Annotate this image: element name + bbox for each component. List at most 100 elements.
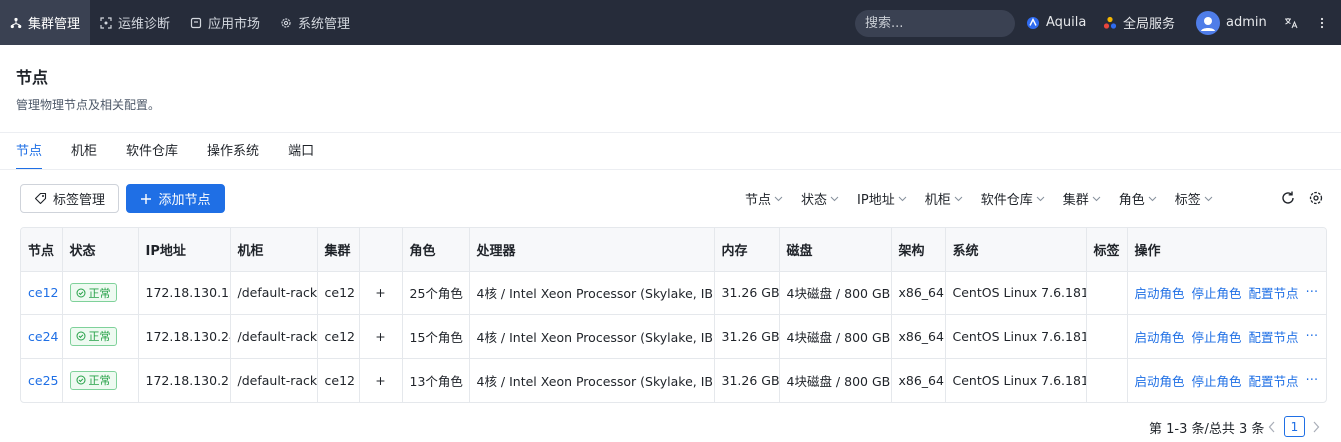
roles-cell: 13个角色 xyxy=(402,358,470,402)
column-header[interactable]: IP地址 xyxy=(138,228,231,272)
stop-role-link[interactable]: 停止角色 xyxy=(1192,327,1242,346)
expand-button[interactable]: + xyxy=(359,314,403,359)
more-menu-button[interactable] xyxy=(1320,0,1324,45)
column-header[interactable]: 系统 xyxy=(945,228,1087,272)
filter-ip[interactable]: IP地址 xyxy=(857,189,907,208)
product-switch[interactable]: Aquila xyxy=(1026,0,1086,45)
diagnose-icon xyxy=(100,16,112,29)
filter-label: 状态 xyxy=(801,193,828,208)
filter-rack[interactable]: 机柜 xyxy=(925,189,963,208)
column-header[interactable]: 磁盘 xyxy=(779,228,892,272)
node-link[interactable]: ce25 xyxy=(28,373,58,388)
status-text: 正常 xyxy=(88,374,111,387)
tab-bar: 节点 机柜 软件仓库 操作系统 端口 xyxy=(16,133,343,170)
chevron-left-icon[interactable] xyxy=(1268,421,1276,433)
check-circle-icon xyxy=(76,288,85,298)
node-link[interactable]: ce24 xyxy=(28,329,58,344)
global-service-button[interactable]: 全局服务 xyxy=(1103,0,1175,45)
stop-role-link[interactable]: 停止角色 xyxy=(1192,283,1242,302)
ip-cell: 172.18.130.24 xyxy=(138,314,231,359)
chevron-down-icon xyxy=(830,196,839,202)
product-label: Aquila xyxy=(1046,15,1087,30)
nav-item-diagnose[interactable]: 运维诊断 xyxy=(90,0,180,45)
column-header[interactable]: 集群 xyxy=(317,228,360,272)
os-cell: CentOS Linux 7.6.1810 xyxy=(945,358,1087,402)
table-row: ce24 正常 172.18.130.24 /default-rack ce12… xyxy=(21,314,1326,359)
nav-item-market[interactable]: 应用市场 xyxy=(180,0,270,45)
rack-cell: /default-rack xyxy=(230,271,318,315)
filter-label: 标签 xyxy=(1174,193,1201,208)
chevron-down-icon xyxy=(1092,196,1101,202)
search-input[interactable] xyxy=(855,10,1015,37)
filter-tag[interactable]: 标签 xyxy=(1175,189,1213,208)
nav-item-label: 集群管理 xyxy=(28,17,81,32)
nav-item-cluster[interactable]: 集群管理 xyxy=(0,0,91,45)
add-node-button[interactable]: 添加节点 xyxy=(126,184,225,213)
filter-label: 角色 xyxy=(1118,193,1145,208)
refresh-icon[interactable] xyxy=(1280,190,1296,206)
start-role-link[interactable]: 启动角色 xyxy=(1135,327,1185,346)
nav-item-label: 运维诊断 xyxy=(118,17,171,32)
configure-node-link[interactable]: 配置节点 xyxy=(1249,283,1299,302)
expand-button[interactable]: + xyxy=(359,358,403,402)
table-header-row: 节点 状态 IP地址 机柜 集群 角色 处理器 内存 磁盘 架构 系统 标签 操… xyxy=(21,228,1326,272)
column-header[interactable]: 状态 xyxy=(62,228,139,272)
row-actions: 启动角色 停止角色 配置节点 ⋯ xyxy=(1135,371,1322,390)
chevron-right-icon[interactable] xyxy=(1312,421,1320,433)
settings-gear-icon[interactable] xyxy=(1308,190,1324,206)
roles-cell: 15个角色 xyxy=(402,314,470,359)
filter-role[interactable]: 角色 xyxy=(1119,189,1157,208)
pagination-summary: 第 1-3 条/总共 3 条 xyxy=(1149,422,1265,437)
tab-racks[interactable]: 机柜 xyxy=(71,133,97,170)
tab-nodes[interactable]: 节点 xyxy=(16,133,43,170)
arch-cell: x86_64 xyxy=(891,358,946,402)
column-header[interactable]: 内存 xyxy=(714,228,780,272)
market-icon xyxy=(190,17,202,29)
tags-cell xyxy=(1086,271,1128,315)
status-badge: 正常 xyxy=(69,283,117,303)
more-actions-icon[interactable]: ⋯ xyxy=(1306,327,1319,346)
start-role-link[interactable]: 启动角色 xyxy=(1135,371,1185,390)
user-menu[interactable]: admin xyxy=(1196,0,1267,45)
column-header[interactable]: 架构 xyxy=(891,228,946,272)
filter-label: IP地址 xyxy=(857,193,895,208)
cluster-cell: ce12 xyxy=(317,358,360,402)
tags-cell xyxy=(1086,358,1128,402)
column-header[interactable]: 机柜 xyxy=(230,228,318,272)
page-title: 节点 xyxy=(16,68,49,87)
pagination-page-1[interactable]: 1 xyxy=(1284,416,1305,437)
cpu-cell: 4核 / Intel Xeon Processor (Skylake, IBRS… xyxy=(469,271,715,315)
expand-button[interactable]: + xyxy=(359,271,403,315)
column-header[interactable]: 角色 xyxy=(402,228,470,272)
filter-status[interactable]: 状态 xyxy=(801,189,839,208)
configure-node-link[interactable]: 配置节点 xyxy=(1249,327,1299,346)
language-button[interactable] xyxy=(1284,0,1298,45)
configure-node-link[interactable]: 配置节点 xyxy=(1249,371,1299,390)
filter-cluster[interactable]: 集群 xyxy=(1063,189,1101,208)
filter-label: 集群 xyxy=(1062,193,1089,208)
start-role-link[interactable]: 启动角色 xyxy=(1135,283,1185,302)
filter-repo[interactable]: 软件仓库 xyxy=(981,189,1045,208)
node-link[interactable]: ce12 xyxy=(28,285,58,300)
column-header xyxy=(359,228,403,272)
row-actions: 启动角色 停止角色 配置节点 ⋯ xyxy=(1135,327,1322,346)
tab-repos[interactable]: 软件仓库 xyxy=(126,133,178,170)
filter-node[interactable]: 节点 xyxy=(745,189,783,208)
tag-manage-button[interactable]: 标签管理 xyxy=(20,184,119,213)
memory-cell: 31.26 GB xyxy=(714,358,780,402)
more-vertical-icon xyxy=(1320,17,1324,28)
nodes-table: 节点 状态 IP地址 机柜 集群 角色 处理器 内存 磁盘 架构 系统 标签 操… xyxy=(20,227,1327,403)
avatar xyxy=(1196,10,1220,35)
column-header[interactable]: 节点 xyxy=(21,228,63,272)
nav-item-system[interactable]: 系统管理 xyxy=(270,0,360,45)
row-actions: 启动角色 停止角色 配置节点 ⋯ xyxy=(1135,283,1322,302)
tab-os[interactable]: 操作系统 xyxy=(207,133,259,170)
tab-ports[interactable]: 端口 xyxy=(288,133,314,170)
stop-role-link[interactable]: 停止角色 xyxy=(1192,371,1242,390)
more-actions-icon[interactable]: ⋯ xyxy=(1306,371,1319,390)
column-header[interactable]: 标签 xyxy=(1086,228,1128,272)
column-header[interactable]: 处理器 xyxy=(469,228,715,272)
more-actions-icon[interactable]: ⋯ xyxy=(1306,283,1319,302)
status-text: 正常 xyxy=(88,330,111,344)
ip-cell: 172.18.130.25 xyxy=(138,358,231,402)
